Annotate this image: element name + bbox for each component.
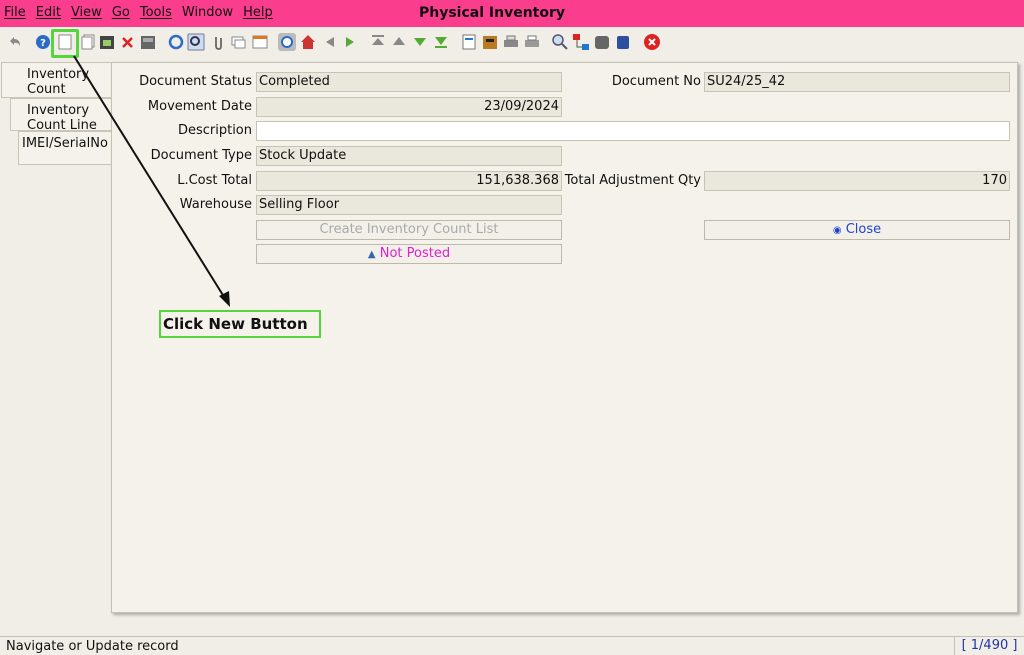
new-button-highlight xyxy=(51,29,79,58)
zoom-across-icon[interactable] xyxy=(551,33,569,51)
save-disk-icon[interactable] xyxy=(139,33,157,51)
document-no-label: Document No xyxy=(611,74,701,89)
next-record-icon[interactable] xyxy=(411,33,429,51)
next-icon[interactable] xyxy=(341,33,359,51)
attachment-icon[interactable] xyxy=(209,33,227,51)
warehouse-label: Warehouse xyxy=(179,197,252,212)
create-inventory-count-list-button[interactable]: Create Inventory Count List xyxy=(256,220,562,240)
report-icon[interactable] xyxy=(460,33,478,51)
workflow-icon[interactable] xyxy=(572,33,590,51)
tab-imei-serialno[interactable]: IMEI/SerialNo xyxy=(18,131,112,165)
status-bar: Navigate or Update record [ 1/490 ] xyxy=(0,636,1024,655)
product-info-icon[interactable] xyxy=(593,33,611,51)
description-label: Description xyxy=(177,123,252,138)
copy-record-icon[interactable] xyxy=(79,33,97,51)
document-status-field: Completed xyxy=(256,72,562,92)
description-input[interactable] xyxy=(256,121,1010,141)
chat-icon[interactable] xyxy=(229,33,247,51)
toolbar: ? xyxy=(0,30,1024,56)
history-icon[interactable] xyxy=(278,33,296,51)
delete-icon[interactable] xyxy=(119,33,137,51)
posted-status-icon: ▲ xyxy=(367,249,376,260)
home-icon[interactable] xyxy=(299,33,317,51)
grid-toggle-icon[interactable] xyxy=(251,33,269,51)
print-icon[interactable] xyxy=(502,33,520,51)
total-adjustment-qty-label: Total Adjustment Qty xyxy=(564,173,701,188)
save-icon[interactable] xyxy=(98,33,116,51)
warehouse-field: Selling Floor xyxy=(256,195,562,215)
menu-go[interactable]: Go xyxy=(112,5,130,20)
undo-icon[interactable] xyxy=(6,33,24,51)
first-record-icon[interactable] xyxy=(369,33,387,51)
movement-date-field: 23/09/2024 xyxy=(256,97,562,117)
not-posted-button[interactable]: ▲ Not Posted xyxy=(256,244,562,264)
menu-window[interactable]: Window xyxy=(182,5,233,20)
exit-icon[interactable] xyxy=(643,33,661,51)
archive-icon[interactable] xyxy=(481,33,499,51)
not-posted-label: Not Posted xyxy=(379,246,451,261)
tab-inventory-count-line[interactable]: Inventory Count Line xyxy=(10,98,112,133)
svg-text:?: ? xyxy=(40,38,46,49)
lcost-total-field: 151,638.368 xyxy=(256,171,562,191)
previous-record-icon[interactable] xyxy=(390,33,408,51)
close-icon: ◉ xyxy=(832,225,842,236)
tab-inventory-count[interactable]: Inventory Count xyxy=(1,62,112,98)
total-adjustment-qty-field: 170 xyxy=(704,171,1010,191)
refresh-icon[interactable] xyxy=(167,33,185,51)
close-button[interactable]: ◉ Close xyxy=(704,220,1010,240)
record-indicator: [ 1/490 ] xyxy=(954,637,1024,655)
menu-bar: File Edit View Go Tools Window Help xyxy=(4,5,283,20)
title-bar: File Edit View Go Tools Window Help Phys… xyxy=(0,0,1024,27)
previous-icon[interactable] xyxy=(321,33,339,51)
find-icon[interactable] xyxy=(187,33,205,51)
document-type-label: Document Type xyxy=(150,148,252,163)
menu-edit[interactable]: Edit xyxy=(36,5,61,20)
document-no-field: SU24/25_42 xyxy=(704,72,1010,92)
close-button-label: Close xyxy=(845,222,882,237)
menu-tools[interactable]: Tools xyxy=(140,5,172,20)
help-icon[interactable]: ? xyxy=(34,33,52,51)
last-record-icon[interactable] xyxy=(432,33,450,51)
document-type-field: Stock Update xyxy=(256,146,562,166)
document-status-label: Document Status xyxy=(139,74,252,89)
menu-help[interactable]: Help xyxy=(243,5,273,20)
callout-label: Click New Button xyxy=(159,310,321,338)
lcost-total-label: L.Cost Total xyxy=(177,173,252,188)
print-preview-icon[interactable] xyxy=(523,33,541,51)
lock-icon[interactable] xyxy=(614,33,632,51)
menu-view[interactable]: View xyxy=(71,5,102,20)
window-title: Physical Inventory xyxy=(419,5,566,21)
menu-file[interactable]: File xyxy=(4,5,26,20)
movement-date-label: Movement Date xyxy=(147,99,252,114)
status-message: Navigate or Update record xyxy=(6,639,179,654)
